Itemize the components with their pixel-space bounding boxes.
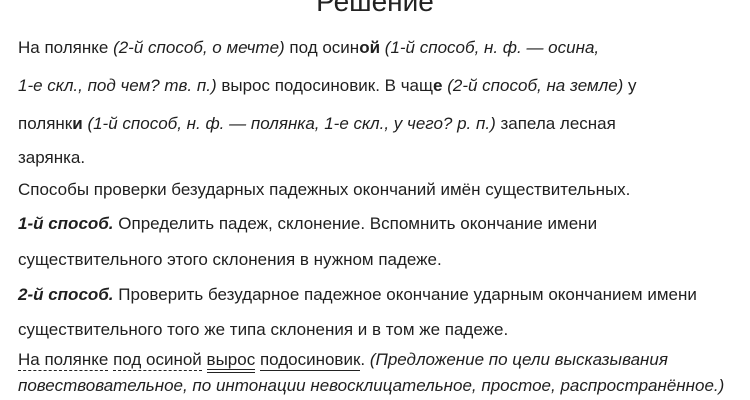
text-segment: запела лесная <box>495 114 616 133</box>
text-segment: существительного этого склонения в нужно… <box>18 250 442 269</box>
ending-highlight: ой <box>359 38 381 57</box>
predicate-underline: вырос <box>206 350 256 373</box>
annotation: 1-е скл., под чем? тв. п.) <box>18 76 217 95</box>
annotation: (Предложение по цели высказывания <box>369 350 668 369</box>
text-line-10: На полянке под осиной вырос подосиновик.… <box>18 350 668 373</box>
text-line-4: зарянка. <box>18 148 85 168</box>
text-line-3: полянки (1-й способ, н. ф. — полянка, 1-… <box>18 114 616 134</box>
text-segment: у <box>623 76 637 95</box>
text-segment: полянк <box>18 114 73 133</box>
annotation: (1-й способ, н. ф. — осина, <box>384 38 600 57</box>
method-label: 2-й способ. <box>18 285 114 304</box>
method-label: 1-й способ. <box>18 214 114 233</box>
text-line-7: существительного этого склонения в нужно… <box>18 250 442 270</box>
adverbial-underline: На полянке <box>18 350 109 371</box>
page-title: Решение <box>316 0 434 17</box>
text-segment: . <box>360 350 370 369</box>
text-segment: под осин <box>284 38 360 57</box>
annotation: (2-й способ, о мечте) <box>113 38 285 57</box>
text-segment: Способы проверки безударных падежных око… <box>18 180 631 199</box>
text-line-6: 1-й способ. Определить падеж, склонение.… <box>18 214 597 234</box>
text-segment: вырос подосиновик. В чащ <box>216 76 434 95</box>
text-segment <box>202 350 207 369</box>
annotation: повествовательное, по интонации невоскли… <box>18 376 725 395</box>
subject-underline: подосиновик <box>259 350 361 371</box>
text-segment: На полянке <box>18 38 114 57</box>
text-line-9: существительного того же типа склонения … <box>18 320 508 340</box>
text-segment: Проверить безударное падежное окончание … <box>113 285 697 304</box>
text-segment: Определить падеж, склонение. Вспомнить о… <box>113 214 598 233</box>
ending-highlight: и <box>72 114 83 133</box>
text-line-5: Способы проверки безударных падежных око… <box>18 180 630 200</box>
text-line-2: 1-е скл., под чем? тв. п.) вырос подосин… <box>18 76 637 96</box>
text-segment: зарянка. <box>18 148 86 167</box>
text-line-11: повествовательное, по интонации невоскли… <box>18 376 724 396</box>
text-line-1: На полянке (2-й способ, о мечте) под оси… <box>18 38 599 58</box>
annotation: (2-й способ, на земле) <box>447 76 624 95</box>
annotation: (1-й способ, н. ф. — полянка, 1-е скл., … <box>87 114 496 133</box>
adverbial-underline: под осиной <box>113 350 202 371</box>
text-segment: существительного того же типа склонения … <box>18 320 509 339</box>
text-line-8: 2-й способ. Проверить безударное падежно… <box>18 285 697 305</box>
